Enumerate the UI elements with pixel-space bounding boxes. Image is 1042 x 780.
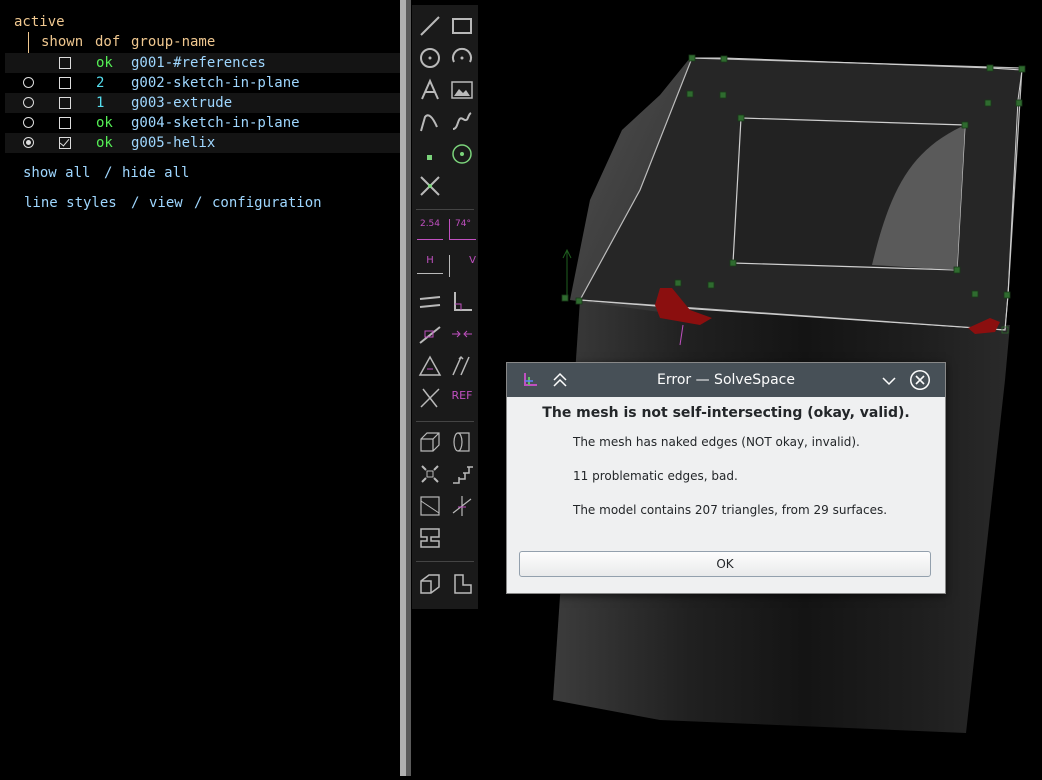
sketch-3d-icon[interactable] [449, 493, 475, 519]
step-translating-icon[interactable] [449, 461, 475, 487]
vertical-constraint-icon[interactable]: V [449, 255, 476, 277]
reference-constraint-icon[interactable]: REF [449, 389, 475, 415]
parallel-constraint-icon[interactable] [417, 289, 443, 315]
nearest-iso-view-icon[interactable] [417, 571, 443, 597]
step-rotating-icon[interactable] [417, 461, 443, 487]
lathe-icon[interactable] [449, 429, 475, 455]
ok-button[interactable]: OK [519, 551, 931, 577]
group-row-g005[interactable]: ok g005-helix [5, 133, 400, 153]
separator-slash: / [104, 165, 113, 181]
group-name[interactable]: g002-sketch-in-plane [131, 73, 300, 93]
group-row-g004[interactable]: ok g004-sketch-in-plane [5, 113, 400, 133]
distance-constraint-icon[interactable]: 2.54 [417, 219, 443, 240]
line-tool-icon[interactable] [417, 13, 443, 39]
pane-splitter-edge [406, 0, 411, 776]
error-dialog: Error — SolveSpace The mesh is not self-… [506, 362, 946, 594]
separator-slash: / [194, 195, 203, 211]
active-radio[interactable] [23, 97, 34, 108]
other-supplementary-icon[interactable] [417, 385, 443, 411]
header-dof: dof [95, 34, 121, 50]
group-dof: ok [96, 115, 113, 131]
arc-tool-icon[interactable] [449, 45, 475, 71]
dialog-titlebar[interactable]: Error — SolveSpace [507, 363, 945, 397]
hide-all-link[interactable]: hide all [122, 163, 189, 183]
dialog-title: Error — SolveSpace [657, 372, 795, 388]
toolbar-separator [416, 421, 474, 422]
group-dof: 1 [96, 95, 105, 111]
text-tool-icon[interactable] [417, 77, 443, 103]
dialog-message-line: The model contains 207 triangles, from 2… [573, 503, 888, 517]
header-active: active [14, 14, 65, 30]
group-name[interactable]: g003-extrude [131, 93, 232, 113]
point-on-line-constraint-icon[interactable] [417, 321, 443, 347]
show-all-link[interactable]: show all [23, 163, 90, 183]
dialog-message-line: The mesh has naked edges (NOT okay, inva… [573, 435, 860, 449]
toolbar: 2.54 74° H V REF [412, 5, 478, 609]
sketch-workplane-icon[interactable] [417, 493, 443, 519]
dialog-message-line: 11 problematic edges, bad. [573, 469, 738, 483]
same-orientation-icon[interactable] [449, 353, 475, 379]
close-icon[interactable] [909, 369, 931, 391]
toolbar-separator [416, 209, 474, 210]
point-tool-icon[interactable] [417, 141, 443, 167]
header-group-name: group-name [131, 34, 216, 50]
line-styles-link[interactable]: line styles [24, 193, 117, 213]
property-browser: active shown dof group-name ok g001-#ref… [0, 0, 400, 776]
link-assembly-icon[interactable] [417, 525, 443, 551]
separator-slash: / [131, 195, 140, 211]
angle-constraint-icon[interactable]: 74° [449, 219, 476, 240]
toolbar-separator [416, 561, 474, 562]
shown-checkbox[interactable] [59, 97, 71, 109]
group-row-g001[interactable]: ok g001-#references [5, 53, 400, 73]
minimize-chevron-down-icon[interactable] [881, 373, 897, 389]
group-row-g002[interactable]: 2 g002-sketch-in-plane [5, 73, 400, 93]
group-dof: ok [96, 55, 113, 71]
header-shown: shown [41, 34, 84, 50]
active-radio[interactable] [23, 117, 34, 128]
group-row-g003[interactable]: 1 g003-extrude [5, 93, 400, 113]
shown-checkbox[interactable] [59, 137, 71, 149]
rectangle-tool-icon[interactable] [449, 13, 475, 39]
coincident-constraint-icon[interactable] [449, 321, 475, 347]
shown-checkbox[interactable] [59, 117, 71, 129]
group-dof: 2 [96, 75, 105, 91]
axis-arrow [562, 248, 572, 295]
shown-checkbox[interactable] [59, 77, 71, 89]
split-curves-icon[interactable] [417, 173, 443, 199]
dialog-heading: The mesh is not self-intersecting (okay,… [542, 405, 910, 421]
perpendicular-constraint-icon[interactable] [449, 289, 475, 315]
circle-tool-icon[interactable] [417, 45, 443, 71]
group-name[interactable]: g004-sketch-in-plane [131, 113, 300, 133]
horizontal-constraint-icon[interactable]: H [417, 255, 443, 274]
symmetric-constraint-icon[interactable] [417, 353, 443, 379]
active-radio[interactable] [23, 137, 34, 148]
group-name[interactable]: g005-helix [131, 133, 215, 153]
group-dof: ok [96, 135, 113, 151]
workplane-tool-icon[interactable] [449, 141, 475, 167]
spline-tool-icon[interactable] [449, 109, 475, 135]
tangent-arc-tool-icon[interactable] [417, 109, 443, 135]
group-name[interactable]: g001-#references [131, 53, 266, 73]
view-link[interactable]: view [149, 193, 183, 213]
shown-checkbox[interactable] [59, 57, 71, 69]
active-radio[interactable] [23, 77, 34, 88]
nearest-ortho-view-icon[interactable] [449, 571, 475, 597]
configuration-link[interactable]: configuration [212, 193, 322, 213]
extrude-icon[interactable] [417, 429, 443, 455]
image-tool-icon[interactable] [449, 77, 475, 103]
